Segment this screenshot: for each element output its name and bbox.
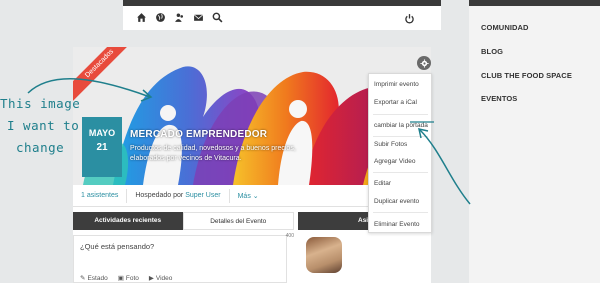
globe-icon[interactable]: [154, 11, 167, 24]
event-title: MERCADO EMPRENDEDOR: [130, 129, 268, 140]
divider: [228, 188, 230, 203]
menu-item-upload-photos[interactable]: Subir Fotos: [374, 141, 407, 148]
menu-divider: [373, 212, 428, 213]
hosted-by-label: Hospedado por: [135, 192, 184, 199]
event-day: 21: [96, 142, 108, 153]
annotation-line-1: This image: [0, 96, 81, 111]
sidebar: COMUNIDAD BLOG CLUB THE FOOD SPACE EVENT…: [469, 0, 600, 283]
menu-item-print[interactable]: Imprimir evento: [374, 81, 419, 88]
sidebar-item-club[interactable]: CLUB THE FOOD SPACE: [481, 71, 572, 80]
menu-item-export-ical[interactable]: Exportar a iCal: [374, 99, 417, 106]
photo-action[interactable]: ▣ Foto: [117, 274, 139, 283]
status-composer[interactable]: ¿Qué está pensando? 400 ✎ Estado ▣ Foto ▶ V…: [73, 233, 294, 283]
event-description: Productos de calidad, novedosos y a buen…: [130, 145, 296, 162]
tab-recent-activity[interactable]: Actividades recientes: [73, 212, 183, 230]
power-icon[interactable]: [404, 11, 417, 24]
menu-divider: [373, 114, 428, 115]
settings-gear-button[interactable]: [417, 56, 431, 70]
menu-item-delete[interactable]: Eliminar Evento: [374, 221, 420, 228]
status-action[interactable]: ✎ Estado: [80, 274, 108, 283]
more-label: Más: [237, 192, 251, 200]
home-icon[interactable]: [135, 11, 148, 24]
more-dropdown[interactable]: Más ⌄: [238, 192, 259, 200]
menu-divider: [373, 136, 428, 137]
mail-icon[interactable]: [192, 11, 205, 24]
camera-icon: ▣: [117, 275, 124, 282]
activity-tabs: Actividades recientes Detalles del Event…: [73, 212, 294, 230]
video-action[interactable]: ▶ Video: [148, 274, 173, 283]
annotation-line-2: I want to: [7, 118, 80, 133]
tab-event-details[interactable]: Detalles del Evento: [182, 212, 294, 230]
people-icon[interactable]: [173, 11, 186, 24]
divider: [126, 188, 128, 203]
top-navbar: [123, 0, 441, 30]
event-options-menu: Imprimir evento Exportar a iCal cambiar …: [368, 73, 432, 233]
video-label: Video: [155, 274, 173, 282]
menu-item-edit[interactable]: Editar: [374, 180, 391, 187]
annotation-line-3: change: [16, 140, 65, 155]
attendee-avatar[interactable]: [306, 237, 342, 273]
hosted-by: Hospedado por Super User: [135, 192, 220, 199]
menu-divider: [373, 172, 428, 173]
video-icon: ▶: [148, 275, 154, 282]
gear-icon: [419, 58, 429, 68]
host-link[interactable]: Super User: [185, 192, 220, 199]
composer-placeholder[interactable]: ¿Qué está pensando?: [80, 242, 154, 251]
menu-item-duplicate[interactable]: Duplicar evento: [374, 198, 419, 205]
status-label: Estado: [87, 274, 108, 282]
char-count: 400: [285, 233, 294, 239]
sidebar-item-eventos[interactable]: EVENTOS: [481, 94, 517, 103]
search-icon[interactable]: [211, 11, 224, 24]
composer-actions: ✎ Estado ▣ Foto ▶ Video: [80, 274, 173, 283]
attendees-link[interactable]: 1 asistentes: [81, 192, 118, 199]
sidebar-item-comunidad[interactable]: COMUNIDAD: [481, 23, 529, 32]
sidebar-item-blog[interactable]: BLOG: [481, 47, 503, 56]
event-month: MAYO: [88, 128, 116, 138]
chevron-down-icon: ⌄: [252, 192, 259, 200]
menu-item-add-video[interactable]: Agregar Video: [374, 158, 415, 165]
menu-item-change-cover[interactable]: cambiar la portada: [374, 122, 428, 129]
photo-label: Foto: [125, 274, 139, 282]
pencil-icon: ✎: [80, 275, 86, 282]
event-date-box: MAYO 21: [82, 117, 122, 177]
sidebar-top-strip: [469, 0, 600, 6]
